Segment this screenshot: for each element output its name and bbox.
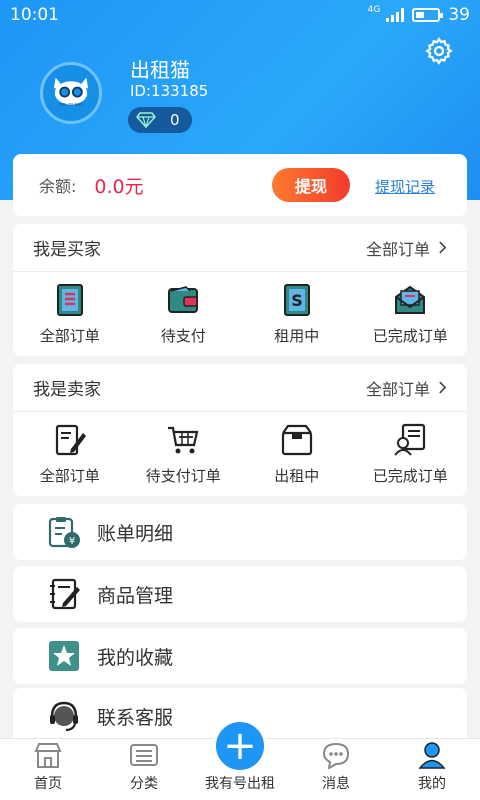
product-manage-icon	[50, 578, 80, 610]
wallet-icon	[168, 285, 199, 313]
buyer-pending-payment[interactable]: 待支付	[127, 272, 241, 356]
svg-text:¥: ¥	[69, 536, 75, 547]
tab-category[interactable]: 分类	[96, 739, 192, 800]
tab-publish-label: 我有号出租	[205, 776, 275, 792]
buyer-all-orders-link[interactable]: 全部订单	[366, 236, 447, 260]
balance-label: 余额:	[39, 177, 77, 196]
withdraw-record-link[interactable]: 提现记录	[375, 176, 435, 197]
tab-messages-label: 消息	[322, 776, 350, 792]
svg-text:CHU ZU MAO: CHU ZU MAO	[59, 103, 83, 107]
cart-icon	[168, 426, 199, 453]
svg-text:S: S	[291, 291, 303, 310]
tab-publish[interactable]: + 我有号出租	[192, 719, 288, 800]
seller-all-orders-label: 全部订单	[365, 379, 430, 399]
buyer-all-orders[interactable]: 全部订单	[13, 272, 127, 356]
menu-product-label: 商品管理	[97, 584, 174, 607]
message-icon	[322, 742, 350, 769]
menu-product-management[interactable]: 商品管理	[13, 566, 467, 622]
menu-support-label: 联系客服	[97, 706, 174, 729]
headset-icon	[50, 701, 78, 731]
tab-home-label: 首页	[34, 776, 62, 792]
username: 出租猫	[130, 58, 190, 82]
category-icon	[130, 744, 158, 766]
status-time: 10:01	[10, 5, 59, 25]
profile-icon	[418, 742, 446, 769]
tab-home[interactable]: 首页	[0, 739, 96, 800]
seller-renting-out[interactable]: 出租中	[240, 412, 354, 496]
tab-profile[interactable]: 我的	[384, 739, 480, 800]
seller-renting-out-label: 出租中	[274, 466, 320, 485]
diamond-icon	[136, 112, 156, 128]
menu-my-favorites[interactable]: 我的收藏	[13, 628, 467, 684]
star-icon	[49, 641, 79, 671]
buyer-completed-label: 已完成订单	[372, 326, 448, 345]
menu-bill-label: 账单明细	[97, 522, 174, 545]
balance-card: 余额: 0.0元 提现 提现记录	[13, 154, 467, 216]
gem-balance-badge[interactable]: 0	[128, 107, 192, 133]
seller-pending-label: 待支付订单	[145, 466, 221, 485]
balance-value: 0.0元	[94, 175, 144, 198]
chevron-right-icon	[439, 241, 447, 254]
buyer-all-orders-label: 全部订单	[39, 326, 100, 345]
network-label: 4G	[367, 5, 381, 15]
gem-count: 0	[170, 111, 180, 129]
seller-orders-card: 我是卖家 全部订单 全部订单 待支付订单 出租中 已完成订单	[13, 364, 467, 496]
bill-icon: ¥	[48, 517, 80, 548]
seller-section-title: 我是卖家	[33, 380, 101, 400]
seller-all-orders-label: 全部订单	[39, 466, 100, 485]
cat-logo-icon: CHU ZU MAO	[53, 77, 89, 107]
settings-gear-icon[interactable]	[424, 36, 454, 66]
seller-completed-label: 已完成订单	[372, 466, 448, 485]
battery-icon	[412, 8, 444, 22]
buyer-completed[interactable]: 已完成订单	[354, 272, 468, 356]
seller-all-orders[interactable]: 全部订单	[13, 412, 127, 496]
menu-favorites-label: 我的收藏	[97, 646, 174, 669]
edit-doc-icon	[55, 424, 86, 455]
home-icon	[34, 743, 62, 768]
chevron-right-icon	[439, 381, 447, 394]
renting-icon: S	[283, 283, 310, 316]
buyer-orders-card: 我是买家 全部订单 全部订单 待支付 S 租用中 已完成订单	[13, 224, 467, 356]
user-id: ID:133185	[130, 82, 209, 100]
buyer-all-orders-label: 全部订单	[365, 239, 430, 259]
withdraw-button[interactable]: 提现	[272, 168, 350, 202]
buyer-renting[interactable]: S 租用中	[240, 272, 354, 356]
tab-category-label: 分类	[130, 776, 158, 792]
seller-completed[interactable]: 已完成订单	[354, 412, 468, 496]
buyer-pending-label: 待支付	[160, 326, 206, 345]
seller-all-orders-link[interactable]: 全部订单	[366, 376, 447, 400]
tab-messages[interactable]: 消息	[288, 739, 384, 800]
user-doc-icon	[394, 423, 426, 456]
box-icon	[281, 424, 312, 455]
all-orders-icon	[56, 283, 83, 316]
signal-icon	[386, 8, 405, 22]
bottom-tab-bar: 首页 分类 + 我有号出租 消息 我的	[0, 719, 480, 800]
buyer-renting-label: 租用中	[274, 326, 320, 345]
menu-bill-details[interactable]: ¥ 账单明细	[13, 504, 467, 560]
tab-profile-label: 我的	[418, 776, 446, 792]
status-bar: 10:01 4G 39	[0, 0, 480, 30]
buyer-section-title: 我是买家	[33, 240, 101, 260]
plus-icon: +	[213, 719, 267, 773]
seller-pending-payment[interactable]: 待支付订单	[127, 412, 241, 496]
completed-icon	[395, 285, 426, 314]
battery-percent: 39	[448, 5, 470, 25]
avatar[interactable]: CHU ZU MAO	[40, 62, 102, 124]
